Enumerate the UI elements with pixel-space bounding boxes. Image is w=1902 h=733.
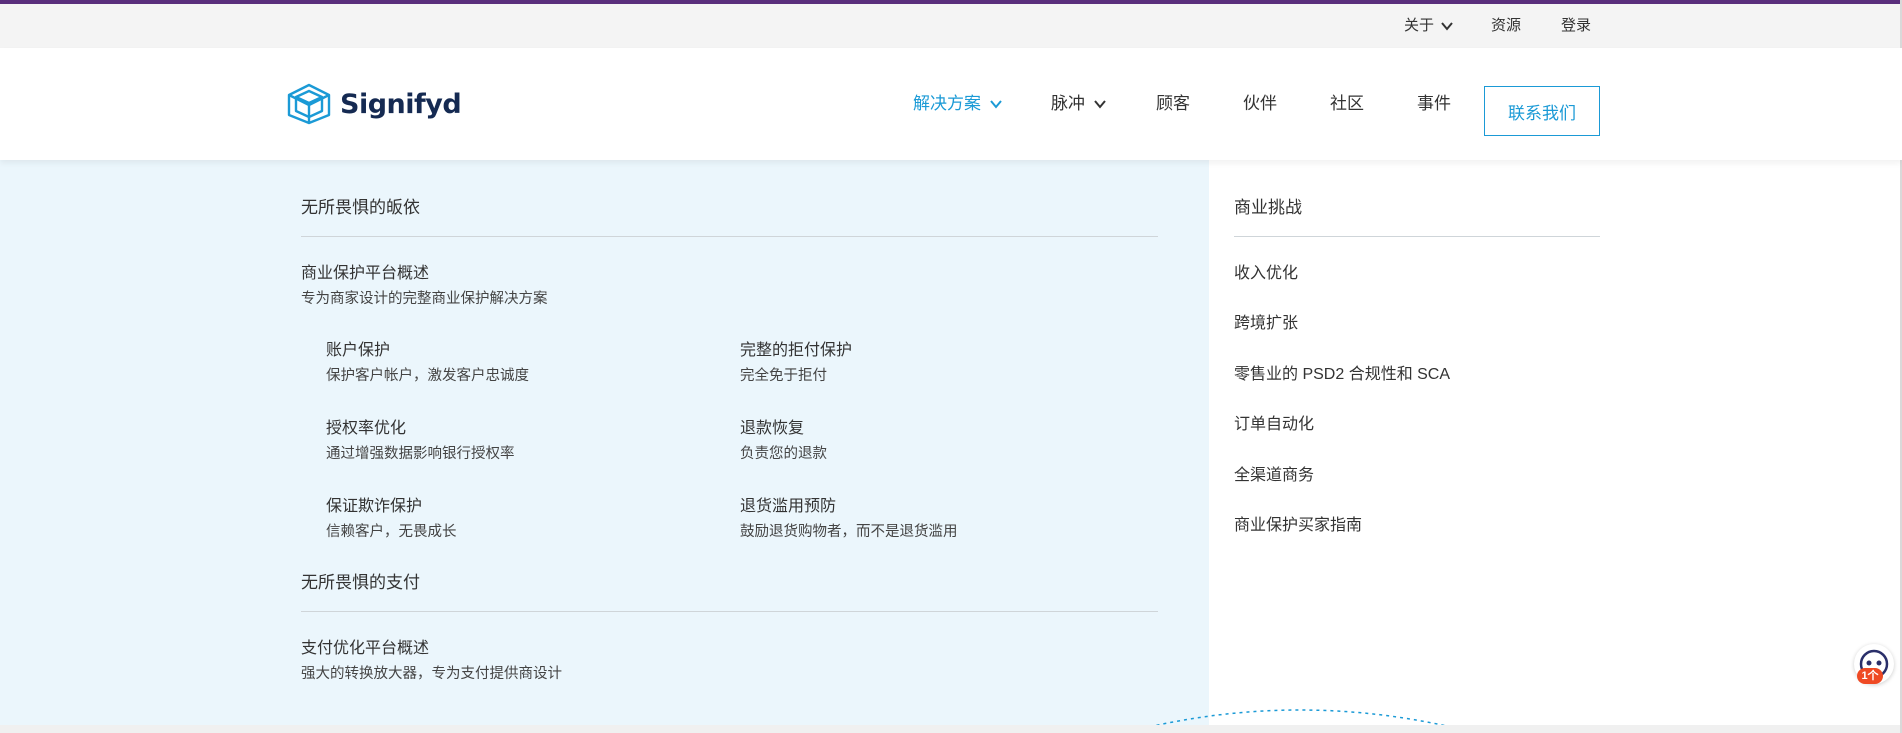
challenge-link-cross-border-expansion[interactable]: 跨境扩张 (1234, 309, 1298, 333)
nav-partners[interactable]: 伙伴 (1243, 48, 1277, 160)
commerce-protection-overview-link[interactable]: 商业保护平台概述 (301, 259, 429, 283)
challenge-link-revenue-optimization[interactable]: 收入优化 (1234, 259, 1298, 283)
nav-solutions-label: 解决方案 (913, 94, 981, 113)
chevron-down-icon (990, 100, 1002, 109)
signifyd-logo[interactable]: Signifyd (286, 82, 462, 126)
chargeback-protection-link[interactable]: 完整的拒付保护 (740, 336, 852, 360)
chargeback-recovery-link[interactable]: 退款恢复 (740, 414, 804, 438)
cube-logo-icon (287, 83, 331, 125)
authorization-optimization-link[interactable]: 授权率优化 (326, 414, 406, 438)
chevron-down-icon (1441, 22, 1453, 31)
section-divider (301, 611, 1158, 612)
challenges-panel (1209, 160, 1898, 725)
nav-pulse-label: 脉冲 (1051, 94, 1085, 113)
guaranteed-fraud-protection-link[interactable]: 保证欺诈保护 (326, 492, 422, 516)
brand-name: Signifyd (340, 88, 462, 120)
utility-about-menu[interactable]: 关于 (1404, 4, 1454, 48)
commerce-protection-overview-desc: 专为商家设计的完整商业保护解决方案 (301, 291, 548, 307)
nav-solutions[interactable]: 解决方案 (913, 48, 1003, 160)
nav-community[interactable]: 社区 (1330, 48, 1364, 160)
account-protection-desc: 保护客户帐户，激发客户忠诚度 (326, 368, 529, 384)
payment-optimization-overview-link[interactable]: 支付优化平台概述 (301, 634, 429, 658)
section-divider (1234, 236, 1600, 237)
return-abuse-prevention-link[interactable]: 退货滥用预防 (740, 492, 836, 516)
chargeback-protection-desc: 完全免于拒付 (740, 368, 827, 384)
challenge-link-psd2-sca[interactable]: 零售业的 PSD2 合规性和 SCA (1234, 360, 1450, 384)
authorization-optimization-desc: 通过增强数据影响银行授权率 (326, 446, 515, 462)
solutions-dropdown (0, 160, 1902, 725)
return-abuse-prevention-desc: 鼓励退货购物者，而不是退货滥用 (740, 524, 958, 540)
bottom-strip (0, 725, 1902, 733)
payment-optimization-overview-desc: 强大的转换放大器，专为支付提供商设计 (301, 666, 562, 682)
chargeback-recovery-desc: 负责您的退款 (740, 446, 827, 462)
utility-bar: 关于 资源 登录 (0, 4, 1902, 48)
solutions-panel (0, 160, 1209, 725)
utility-resources-link[interactable]: 资源 (1491, 4, 1521, 48)
chevron-down-icon (1094, 100, 1106, 109)
contact-us-button[interactable]: 联系我们 (1484, 86, 1600, 136)
help-notification-badge: 1个 (1857, 668, 1883, 684)
utility-login-link[interactable]: 登录 (1561, 4, 1591, 48)
nav-pulse[interactable]: 脉冲 (1051, 48, 1107, 160)
section-title-fearless-payments: 无所畏惧的支付 (301, 573, 420, 592)
section-divider (301, 236, 1158, 237)
challenge-link-buyers-guide[interactable]: 商业保护买家指南 (1234, 511, 1362, 535)
account-protection-link[interactable]: 账户保护 (326, 336, 390, 360)
guaranteed-fraud-protection-desc: 信赖客户，无畏成长 (326, 524, 457, 540)
nav-events[interactable]: 事件 (1417, 48, 1451, 160)
challenge-link-order-automation[interactable]: 订单自动化 (1234, 410, 1314, 434)
section-title-business-challenges: 商业挑战 (1234, 198, 1302, 217)
challenge-link-omnichannel-commerce[interactable]: 全渠道商务 (1234, 461, 1314, 485)
utility-about-label: 关于 (1404, 17, 1435, 34)
page: 关于 资源 登录 Signifyd 解决方案 脉冲 顾客 伙伴 社区 事件 联系… (0, 0, 1902, 733)
main-nav: Signifyd 解决方案 脉冲 顾客 伙伴 社区 事件 联系我们 (0, 48, 1902, 160)
section-title-fearless-conversion: 无所畏惧的皈依 (301, 198, 420, 217)
nav-customers[interactable]: 顾客 (1156, 48, 1190, 160)
